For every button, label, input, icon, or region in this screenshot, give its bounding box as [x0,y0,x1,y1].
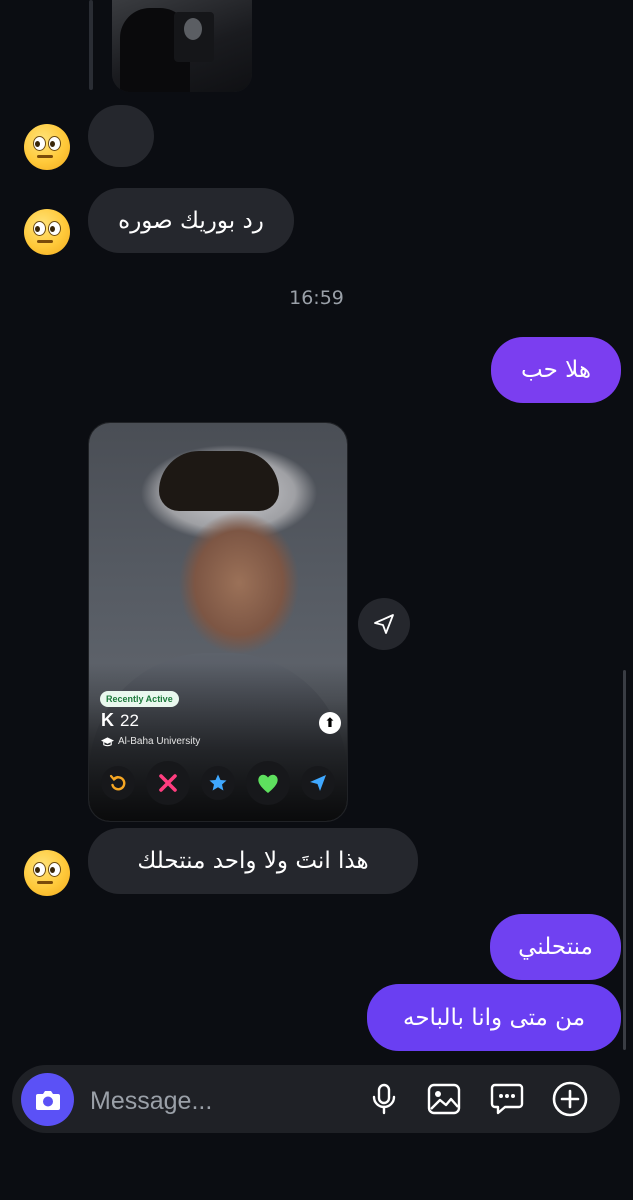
profile-name: K [101,710,114,730]
empty-message-bubble[interactable] [88,105,154,167]
outgoing-message[interactable]: منتحلني [490,914,621,980]
microphone-icon [372,1083,396,1115]
sender-avatar[interactable] [24,850,70,896]
message-input[interactable] [88,1080,352,1122]
profile-school-label: Al-Baha University [118,736,201,747]
send-icon [374,614,394,634]
sender-avatar[interactable] [24,124,70,170]
sticker-button[interactable] [487,1079,527,1119]
shared-profile-card[interactable]: Recently Active K 22 Al-Baha University … [88,422,348,822]
gallery-icon [427,1083,461,1115]
microphone-button[interactable] [364,1079,404,1119]
boost-icon[interactable] [301,766,336,800]
incoming-message[interactable]: رد بوريك صوره [88,188,294,253]
shared-photo-thumbnail[interactable] [112,0,252,92]
share-button[interactable] [358,598,410,650]
expand-profile-icon[interactable]: ⬆ [319,712,341,734]
profile-school: Al-Baha University [101,736,200,747]
incoming-message[interactable]: هذا انتَ ولا واحد منتحلك [88,828,418,894]
graduation-cap-icon [101,736,114,746]
sticker-icon [490,1083,524,1115]
recently-active-badge: Recently Active [100,691,179,707]
super-like-icon[interactable] [200,766,235,800]
camera-icon [35,1090,60,1110]
gallery-button[interactable] [424,1079,464,1119]
scrollbar[interactable] [623,670,626,1050]
message-timestamp: 16:59 [289,287,344,309]
camera-button[interactable] [21,1073,74,1126]
reply-indicator-line [89,0,93,90]
profile-age: 22 [120,711,139,730]
add-button[interactable] [550,1079,590,1119]
profile-action-row [89,761,347,805]
outgoing-message[interactable]: من متى وانا بالباحه [367,984,621,1051]
like-icon[interactable] [246,761,291,805]
outgoing-message[interactable]: هلا حب [491,337,621,403]
rewind-icon[interactable] [100,766,135,800]
sender-avatar[interactable] [24,209,70,255]
nope-icon[interactable] [145,761,190,805]
add-icon [552,1081,588,1117]
